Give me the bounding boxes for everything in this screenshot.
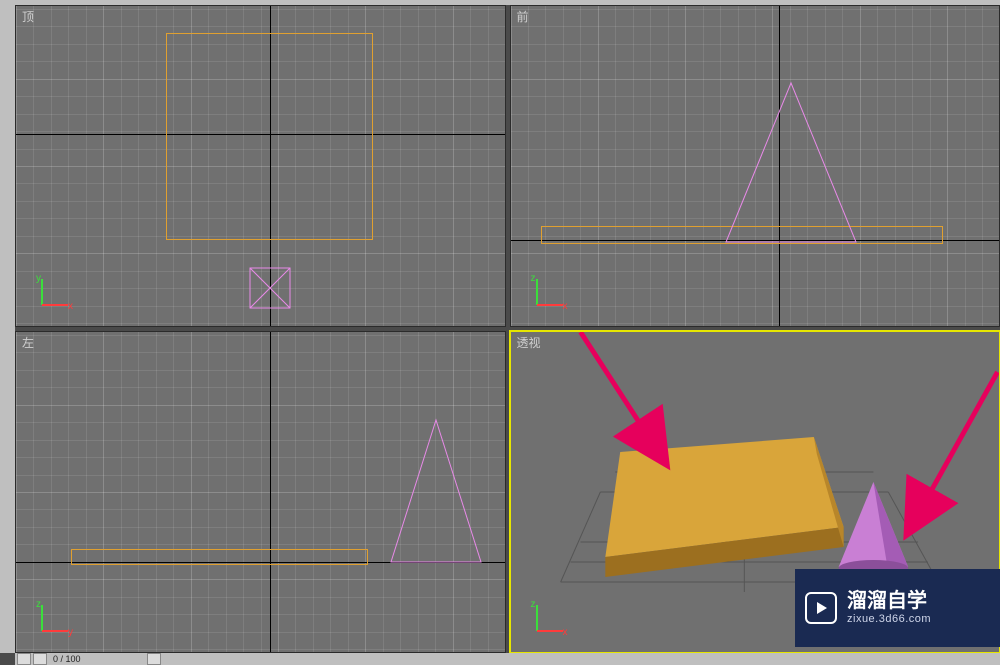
box-wire-left[interactable]	[71, 549, 368, 565]
viewport-left[interactable]: 左 z y	[15, 331, 506, 653]
timeline-prev-button[interactable]	[17, 653, 31, 665]
arrow-to-box	[580, 332, 664, 462]
viewport-front[interactable]: 前 z x	[510, 5, 1000, 327]
viewport-label-front: 前	[517, 8, 529, 25]
axis-tripod-front: z x	[519, 262, 575, 318]
watermark-title: 溜溜自学	[847, 589, 931, 613]
viewport-label-left: 左	[22, 334, 34, 351]
axis-tripod-persp: z x	[519, 588, 575, 644]
viewport-grid: 顶 y x 前 z x	[15, 5, 1000, 653]
cone-shaded[interactable]	[838, 482, 908, 576]
viewport-label-persp: 透视	[517, 334, 541, 351]
play-icon	[805, 592, 837, 624]
sidebar-left[interactable]	[0, 5, 15, 653]
timeline-end-button[interactable]	[147, 653, 161, 665]
grid-front	[511, 6, 1000, 326]
axis-tripod-left: z y	[24, 588, 80, 644]
viewport-label-top: 顶	[22, 8, 34, 25]
timeline-next-button[interactable]	[33, 653, 47, 665]
box-wire-front[interactable]	[541, 226, 943, 244]
grid-left	[16, 332, 505, 652]
timeline-label: 0 / 100	[53, 654, 81, 664]
box-shaded[interactable]	[605, 437, 843, 577]
box-wire-top[interactable]	[166, 33, 373, 240]
viewport-top[interactable]: 顶 y x	[15, 5, 506, 327]
axis-tripod-top: y x	[24, 262, 80, 318]
watermark-url: zixue.3d66.com	[847, 613, 931, 626]
arrow-to-cone	[908, 372, 997, 532]
watermark: 溜溜自学 zixue.3d66.com	[795, 569, 1000, 647]
timeline[interactable]: 0 / 100	[15, 653, 1000, 665]
